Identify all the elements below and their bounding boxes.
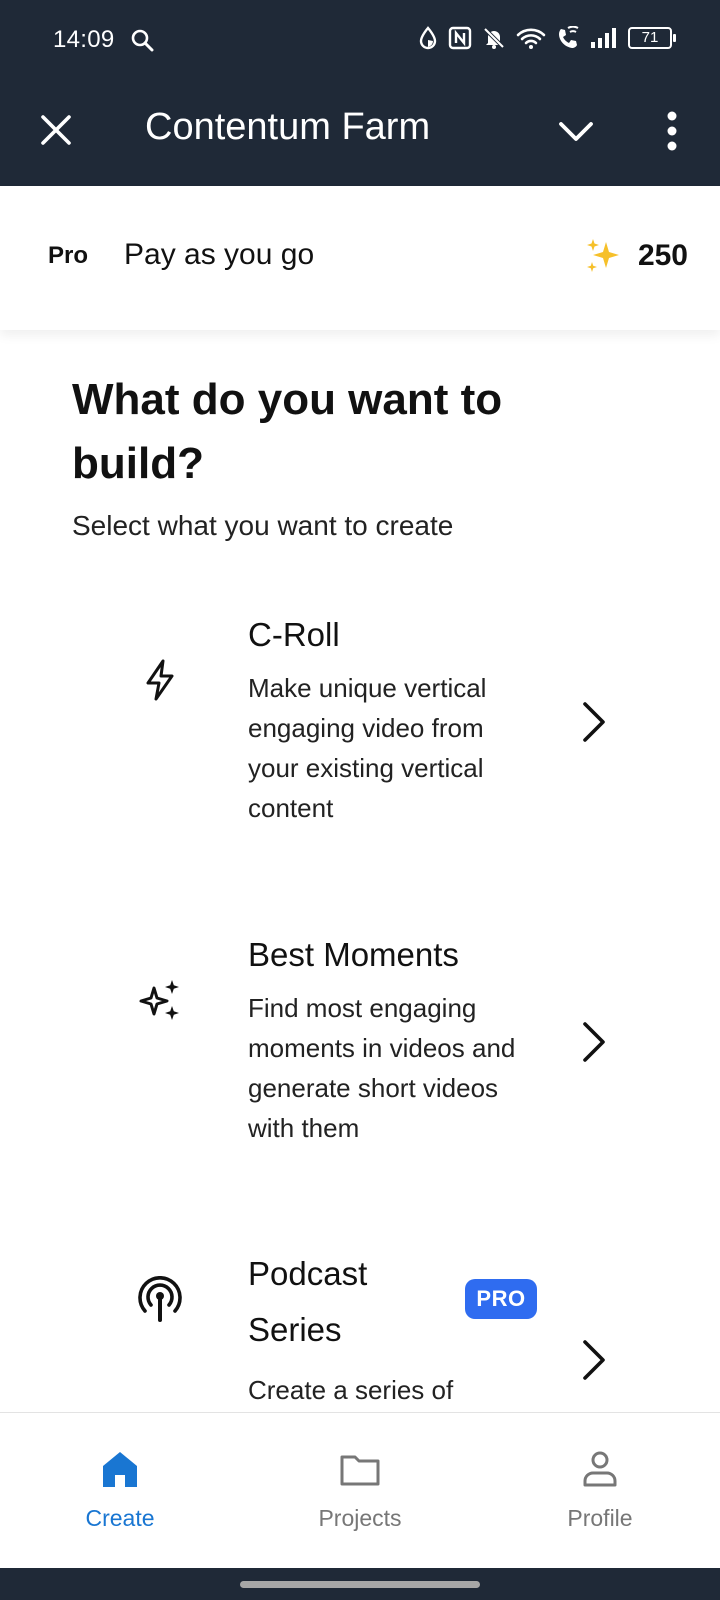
- cellular-signal-icon: [591, 28, 616, 48]
- plan-tier: Pro: [48, 242, 89, 269]
- person-icon: [583, 1451, 617, 1487]
- status-bar: 14:09 71: [0, 0, 720, 82]
- plan-name: Pay as you go: [124, 238, 315, 271]
- folder-icon: [340, 1455, 380, 1486]
- app-title: Contentum Farm: [145, 106, 431, 148]
- app-bar: Contentum Farm: [0, 82, 720, 186]
- credits-value: 250: [637, 239, 688, 272]
- nav-item-projects[interactable]: Projects: [240, 1413, 480, 1569]
- option-c-roll[interactable]: C-Roll Make unique vertical engaging vid…: [0, 616, 720, 856]
- wifi-icon: [516, 28, 546, 49]
- option-title: Podcast Series: [248, 1255, 368, 1348]
- chevron-right-icon: [583, 1022, 605, 1062]
- wifi-calling-icon: [559, 26, 579, 48]
- pro-badge: PRO: [465, 1279, 537, 1319]
- option-title: Best Moments: [248, 936, 459, 973]
- home-icon: [103, 1452, 137, 1487]
- credits-counter: 250: [584, 236, 688, 276]
- sparkle-icon: [139, 980, 179, 1020]
- option-description: Create a series of: [248, 1375, 454, 1405]
- option-description: Find most engaging moments in videos and…: [248, 993, 516, 1143]
- page-title: What do you want to build?: [72, 375, 503, 488]
- nfc-icon: [448, 26, 472, 50]
- chevron-right-icon: [583, 702, 605, 742]
- more-vertical-icon[interactable]: [652, 108, 692, 154]
- option-podcast-series[interactable]: Podcast Series PRO Create a series of: [0, 1254, 720, 1412]
- nav-item-profile[interactable]: Profile: [480, 1413, 720, 1569]
- bottom-navigation: Create Projects Profile: [0, 1412, 720, 1568]
- chevron-down-icon[interactable]: [556, 112, 596, 152]
- battery-icon: 71: [628, 27, 676, 49]
- chevron-right-icon: [583, 1340, 605, 1380]
- data-saver-icon: [419, 26, 437, 50]
- plan-bar: Pro Pay as you go 250: [0, 186, 720, 330]
- system-gesture-bar: [0, 1568, 720, 1600]
- nav-label: Create: [85, 1505, 155, 1531]
- podcast-icon: [138, 1276, 182, 1322]
- option-best-moments[interactable]: Best Moments Find most engaging moments …: [0, 936, 720, 1176]
- page-subtitle: Select what you want to create: [72, 510, 454, 541]
- sparkles-emoji-icon: [586, 239, 619, 272]
- app-screen: 14:09 71 Contentum Farm Pro Pay as you g…: [0, 0, 720, 1600]
- gesture-handle[interactable]: [240, 1581, 480, 1588]
- nav-label: Projects: [318, 1505, 402, 1531]
- nav-label: Profile: [567, 1505, 633, 1531]
- bell-muted-icon: [483, 27, 505, 49]
- nav-item-create[interactable]: Create: [0, 1413, 240, 1569]
- option-description: Make unique vertical engaging video from…: [248, 673, 487, 823]
- main-content: What do you want to build? Select what y…: [0, 330, 720, 1412]
- lightning-icon: [146, 659, 174, 701]
- battery-level: 71: [641, 29, 659, 46]
- close-icon[interactable]: [36, 110, 76, 150]
- status-icons: 71: [418, 26, 676, 50]
- option-title: C-Roll: [248, 616, 340, 653]
- search-icon: [131, 29, 154, 52]
- status-time: 14:09: [53, 26, 115, 53]
